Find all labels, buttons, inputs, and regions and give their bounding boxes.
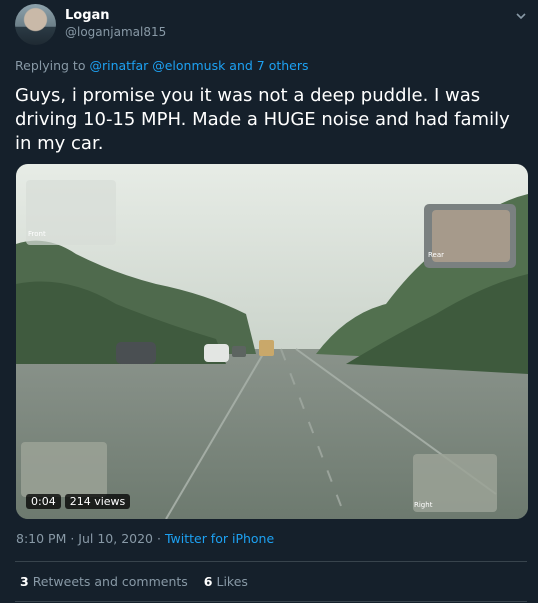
likes-count: 6	[203, 574, 213, 589]
video-frame: Front Rear Right	[16, 164, 528, 519]
reply-mentions-link[interactable]: @rinatfar @elonmusk and 7 others	[89, 58, 308, 73]
tweet-text: Guys, i promise you it was not a deep pu…	[15, 85, 510, 154]
retweets-stat[interactable]: 3 Retweets and comments	[20, 574, 188, 589]
likes-stat[interactable]: 6 Likes	[204, 574, 248, 589]
chevron-down-icon[interactable]	[514, 8, 528, 22]
tweet-source-link[interactable]: Twitter for iPhone	[165, 531, 274, 546]
rear-cam-label: Rear	[428, 251, 444, 259]
video-player[interactable]: Front Rear Right 0:04 214 views	[16, 164, 528, 519]
avatar[interactable]	[15, 4, 56, 45]
front-cam-label: Front	[28, 230, 46, 238]
right-cam-label: Right	[414, 501, 433, 509]
video-timestamp: 0:04	[26, 494, 61, 509]
tweet-meta: 8:10 PM · Jul 10, 2020 · Twitter for iPh…	[16, 531, 274, 546]
replying-to: Replying to @rinatfar @elonmusk and 7 ot…	[15, 58, 309, 73]
retweets-count: 3	[20, 574, 29, 589]
tweet-time[interactable]: 8:10 PM · Jul 10, 2020 ·	[16, 531, 165, 546]
likes-label: Likes	[216, 574, 248, 589]
retweets-label: Retweets and comments	[32, 574, 188, 589]
reply-prefix: Replying to	[15, 58, 86, 73]
video-views: 214 views	[64, 494, 131, 509]
divider	[15, 601, 527, 602]
author-handle[interactable]: @loganjamal815	[65, 25, 166, 39]
author-display-name[interactable]: Logan	[65, 8, 110, 23]
tweet-stats: 3 Retweets and comments 6 Likes	[20, 574, 248, 589]
divider	[15, 561, 527, 562]
